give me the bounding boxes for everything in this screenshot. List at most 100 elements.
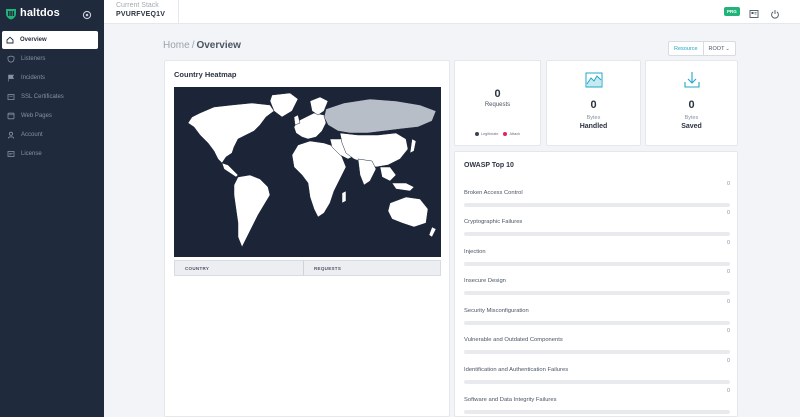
topbar-divider [178,0,179,24]
owasp-item-name: Broken Access Control [464,190,523,196]
owasp-item[interactable]: Injection 0 [464,240,730,266]
map-asia [339,132,409,168]
terminal-icon[interactable] [749,6,759,18]
resource-button[interactable]: Resource [669,42,704,55]
root-dropdown-label: ROOT [708,45,725,52]
sidebar-item-license[interactable]: License [0,145,104,163]
sidebar-item-label: License [21,151,42,157]
owasp-item-count: 0 [726,240,730,246]
sidebar-item-label: SSL Certificates [21,94,64,100]
owasp-item[interactable]: Identification and Authentication Failur… [464,358,730,384]
legend-attack[interactable]: Attack [503,132,520,136]
owasp-item[interactable]: Software and Data Integrity Failures 0 [464,388,730,414]
sidebar-item-web-pages[interactable]: Web Pages [0,107,104,125]
owasp-item-bar [464,262,730,266]
owasp-item-count: 0 [726,269,730,275]
owasp-top10-card: OWASP Top 10 Broken Access Control 0 Cry… [454,151,738,417]
webpage-icon [7,112,15,120]
requests-card: 0 Requests Legitimate Attack [454,60,541,146]
sidebar-item-listeners[interactable]: Listeners [0,50,104,68]
flag-icon [7,74,15,82]
owasp-item-count: 0 [726,328,730,334]
sidebar-item-label: Account [21,132,43,138]
column-header-requests[interactable]: REQUESTS [304,261,341,275]
country-heatmap-card: Country Heatmap COUNTRY REQUESTS [164,60,450,417]
user-icon [7,131,15,139]
handled-chart-icon [584,70,604,90]
brand-name: haltdos [20,7,60,19]
owasp-item-name: Software and Data Integrity Failures [464,397,557,403]
map-south-america [233,174,271,248]
world-map[interactable] [174,87,441,257]
owasp-item-bar [464,232,730,236]
bytes-saved-sub: Bytes [684,115,699,121]
root-dropdown[interactable]: ROOT ⌄ [704,42,735,55]
power-icon[interactable] [770,6,780,19]
owasp-item-bar [464,380,730,384]
requests-value: 0 [494,88,501,100]
owasp-title: OWASP Top 10 [464,162,514,169]
owasp-item-name: Injection [464,249,486,255]
map-australia [387,196,429,228]
heatmap-title: Country Heatmap [174,70,237,79]
map-central-america [221,162,239,178]
breadcrumb: Home / Overview [163,40,241,51]
environment-badge[interactable]: PRG [724,7,740,16]
current-stack-value[interactable]: PVURFVEQ1V [116,11,165,18]
owasp-item-bar [464,291,730,295]
world-map-svg [187,92,437,248]
sidebar-item-incidents[interactable]: Incidents [0,69,104,87]
haltdos-logo-icon [5,7,17,20]
owasp-item-count: 0 [726,181,730,187]
map-russia [323,98,437,134]
sidebar-item-account[interactable]: Account [0,126,104,144]
owasp-item[interactable]: Broken Access Control 0 [464,181,730,207]
breadcrumb-home[interactable]: Home [163,40,190,51]
map-north-america [187,102,275,164]
owasp-item[interactable]: Vulnerable and Outdated Components 0 [464,328,730,354]
owasp-item-name: Vulnerable and Outdated Components [464,337,563,343]
current-stack-label: Current Stack [116,2,159,9]
legend-legitimate-label: Legitimate [480,132,499,136]
owasp-item-bar [464,321,730,325]
owasp-item[interactable]: Insecure Design 0 [464,269,730,295]
owasp-item-name: Security Misconfiguration [464,308,529,314]
sidebar-item-ssl-certificates[interactable]: SSL Certificates [0,88,104,106]
map-greenland [269,92,299,118]
owasp-item[interactable]: Cryptographic Failures 0 [464,210,730,236]
license-icon [7,150,15,158]
sidebar-nav: Overview Listeners Incidents SSL Certifi… [0,31,104,163]
download-icon [682,70,702,90]
map-uk [293,114,301,126]
bytes-handled-sub: Bytes [586,115,601,121]
sidebar-item-label: Web Pages [21,113,52,119]
sidebar: haltdos Overview Listeners Incidents SSL… [0,0,104,417]
requests-legend: Legitimate Attack [455,132,540,136]
owasp-item-count: 0 [726,210,730,216]
map-new-zealand [428,226,437,238]
sidebar-item-label: Overview [20,37,47,43]
owasp-item-count: 0 [726,358,730,364]
resource-filter-group: Resource ROOT ⌄ [668,41,736,56]
owasp-item-name: Insecure Design [464,278,506,284]
sidebar-item-label: Listeners [21,56,46,62]
bytes-handled-value: 0 [590,99,597,111]
settings-gear-icon[interactable] [82,7,92,20]
owasp-item[interactable]: Security Misconfiguration 0 [464,299,730,325]
owasp-item-count: 0 [726,388,730,394]
page-title: Overview [196,40,241,51]
owasp-item-name: Identification and Authentication Failur… [464,367,569,373]
heatmap-table-header: COUNTRY REQUESTS [174,260,441,276]
legitimate-dot-icon [474,132,479,136]
bytes-saved-label: Saved [681,123,702,130]
owasp-item-name: Cryptographic Failures [464,219,523,225]
certificate-icon [7,93,15,101]
home-icon [6,36,14,44]
column-header-country[interactable]: COUNTRY [175,261,304,275]
owasp-item-bar [464,350,730,354]
legend-legitimate[interactable]: Legitimate [474,132,499,136]
map-southeast-asia [379,166,415,192]
sidebar-item-overview[interactable]: Overview [2,31,98,49]
chevron-down-icon: ⌄ [725,45,730,52]
bytes-saved-card: 0 Bytes Saved [645,60,738,146]
